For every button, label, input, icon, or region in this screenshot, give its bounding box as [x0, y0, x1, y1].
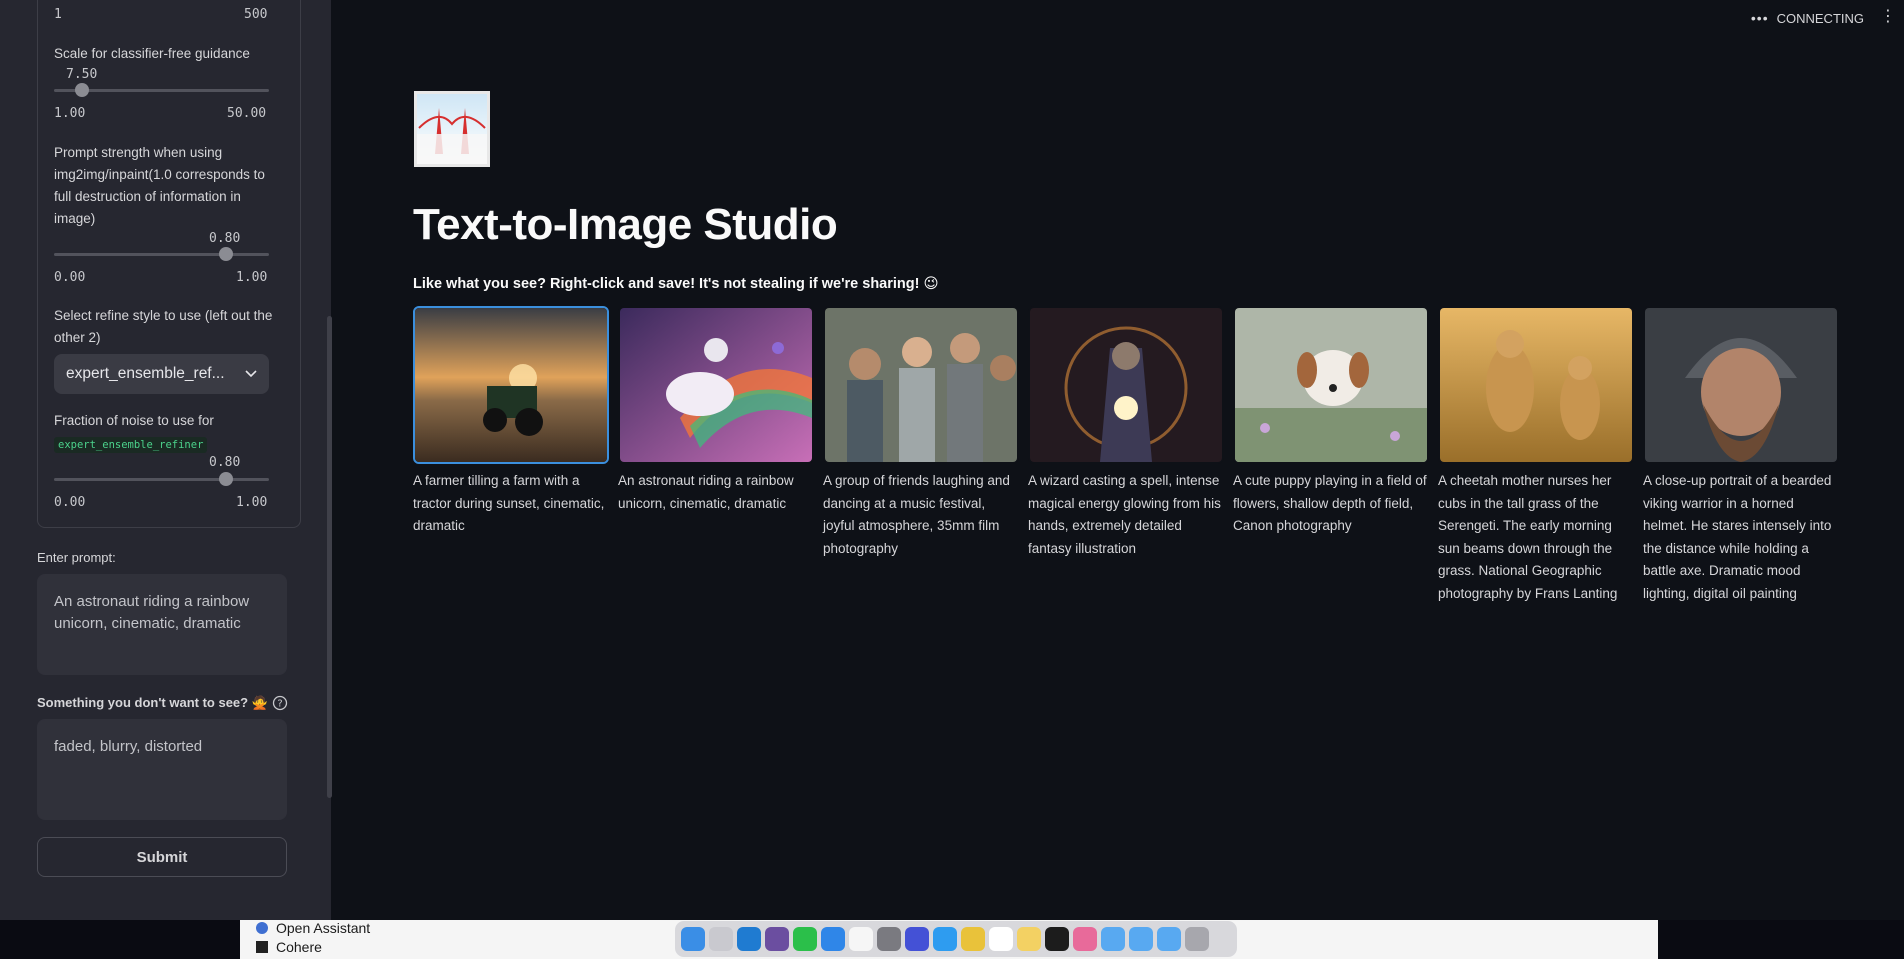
prompt-strength-max-label: 1.00	[236, 270, 268, 285]
gallery-caption: A close-up portrait of a bearded viking …	[1643, 473, 1832, 601]
gallery-caption: An astronaut riding a rainbow unicorn, c…	[618, 473, 794, 511]
app-icon[interactable]	[905, 927, 929, 951]
prompt-strength-min-label: 0.00	[54, 270, 86, 285]
main-content: ••• CONNECTING ⋮ Text-to-Image Studio Li…	[332, 0, 1904, 920]
taskbar-item-cohere[interactable]: Cohere	[256, 939, 322, 955]
status-text: CONNECTING	[1776, 10, 1864, 26]
noise-fraction-slider-track[interactable]	[54, 478, 269, 481]
open-assistant-icon	[256, 922, 268, 934]
gallery-caption: A group of friends laughing and dancing …	[823, 473, 1010, 556]
main-menu-icon[interactable]: ⋮	[1880, 9, 1896, 25]
page-title: Text-to-Image Studio	[413, 200, 838, 249]
prompt-strength-value: 0.80	[209, 231, 241, 246]
svg-text:?: ?	[277, 699, 282, 710]
negative-prompt-label: Something you don't want to see? 🙅	[37, 695, 268, 710]
folder-icon[interactable]	[1157, 927, 1181, 951]
system-settings-icon[interactable]	[877, 927, 901, 951]
help-icon[interactable]: ?	[272, 695, 288, 716]
gallery-image-viking[interactable]	[1643, 306, 1839, 464]
app-icon[interactable]	[1073, 927, 1097, 951]
gallery-image-farmer[interactable]	[413, 306, 609, 464]
github-desktop-icon[interactable]	[765, 927, 789, 951]
vscode-icon[interactable]	[737, 927, 761, 951]
chrome-icon[interactable]	[961, 927, 985, 951]
notes-icon[interactable]	[1017, 927, 1041, 951]
noise-fraction-label: Fraction of noise to use for	[54, 413, 214, 428]
refine-style-label: Select refine style to use (left out the…	[54, 308, 273, 345]
finder-icon[interactable]	[681, 927, 705, 951]
noise-fraction-max-label: 1.00	[236, 495, 268, 510]
app-dock	[675, 921, 1237, 957]
ellipsis-icon: •••	[1750, 10, 1769, 26]
steps-max-label: 500	[244, 7, 268, 22]
guidance-label: Scale for classifier-free guidance	[54, 46, 250, 61]
gallery-card[interactable]: A cheetah mother nurses her cubs in the …	[1438, 306, 1636, 605]
gallery-image-puppy[interactable]	[1233, 306, 1429, 464]
prompt-strength-slider-thumb[interactable]	[219, 247, 233, 261]
gallery-caption: A farmer tilling a farm with a tractor d…	[413, 473, 605, 533]
gallery-image-cheetah[interactable]	[1438, 306, 1634, 464]
negative-prompt-input[interactable]: faded, blurry, distorted	[37, 719, 287, 820]
page-subtitle: Like what you see? Right-click and save!…	[413, 276, 939, 292]
folder-icon[interactable]	[1129, 927, 1153, 951]
trash-icon[interactable]	[1185, 927, 1209, 951]
noise-fraction-value: 0.80	[209, 455, 241, 470]
safari-icon[interactable]	[933, 927, 957, 951]
notion-icon[interactable]	[989, 927, 1013, 951]
gallery-image-wizard[interactable]	[1028, 306, 1224, 464]
messages-icon[interactable]	[793, 927, 817, 951]
noise-fraction-code: expert_ensemble_refiner	[54, 437, 208, 453]
gallery-caption: A cute puppy playing in a field of flowe…	[1233, 473, 1427, 533]
launchpad-icon[interactable]	[709, 927, 733, 951]
guidance-slider-thumb[interactable]	[75, 83, 89, 97]
gallery-card[interactable]: A close-up portrait of a bearded viking …	[1643, 306, 1841, 605]
gallery-caption: A cheetah mother nurses her cubs in the …	[1438, 473, 1618, 601]
noise-fraction-min-label: 0.00	[54, 495, 86, 510]
gallery-card[interactable]: A wizard casting a spell, intense magica…	[1028, 306, 1226, 560]
gallery-image-astronaut[interactable]	[618, 306, 814, 464]
terminal-icon[interactable]	[1045, 927, 1069, 951]
gallery-image-friends[interactable]	[823, 306, 1019, 464]
chevron-down-icon	[245, 365, 257, 383]
app-logo	[414, 91, 490, 167]
guidance-min-label: 1.00	[54, 106, 86, 121]
prompt-input[interactable]: An astronaut riding a rainbow unicorn, c…	[37, 574, 287, 675]
sidebar: 1 500 Scale for classifier-free guidance…	[0, 0, 331, 920]
taskbar-item-open-assistant[interactable]: Open Assistant	[256, 920, 370, 936]
gallery-card[interactable]: A cute puppy playing in a field of flowe…	[1233, 306, 1431, 538]
folder-icon[interactable]	[1101, 927, 1125, 951]
prompt-strength-slider-track[interactable]	[54, 253, 269, 256]
guidance-value: 7.50	[66, 67, 98, 82]
prompt-label: Enter prompt:	[37, 550, 116, 565]
noise-fraction-slider-thumb[interactable]	[219, 472, 233, 486]
refine-style-selected: expert_ensemble_ref...	[66, 365, 225, 382]
gallery-caption: A wizard casting a spell, intense magica…	[1028, 473, 1221, 556]
steps-min-label: 1	[54, 7, 62, 22]
mail-icon[interactable]	[821, 927, 845, 951]
gallery-card[interactable]: An astronaut riding a rainbow unicorn, c…	[618, 306, 816, 515]
submit-button[interactable]: Submit	[37, 837, 287, 877]
calendar-icon[interactable]	[849, 927, 873, 951]
refine-style-select[interactable]: expert_ensemble_ref...	[54, 354, 269, 394]
prompt-strength-label: Prompt strength when using img2img/inpai…	[54, 145, 265, 226]
connection-status: ••• CONNECTING	[1751, 10, 1864, 26]
cohere-icon	[256, 941, 268, 953]
gallery-card[interactable]: A farmer tilling a farm with a tractor d…	[413, 306, 611, 538]
guidance-max-label: 50.00	[227, 106, 267, 121]
gallery-card[interactable]: A group of friends laughing and dancing …	[823, 306, 1021, 560]
